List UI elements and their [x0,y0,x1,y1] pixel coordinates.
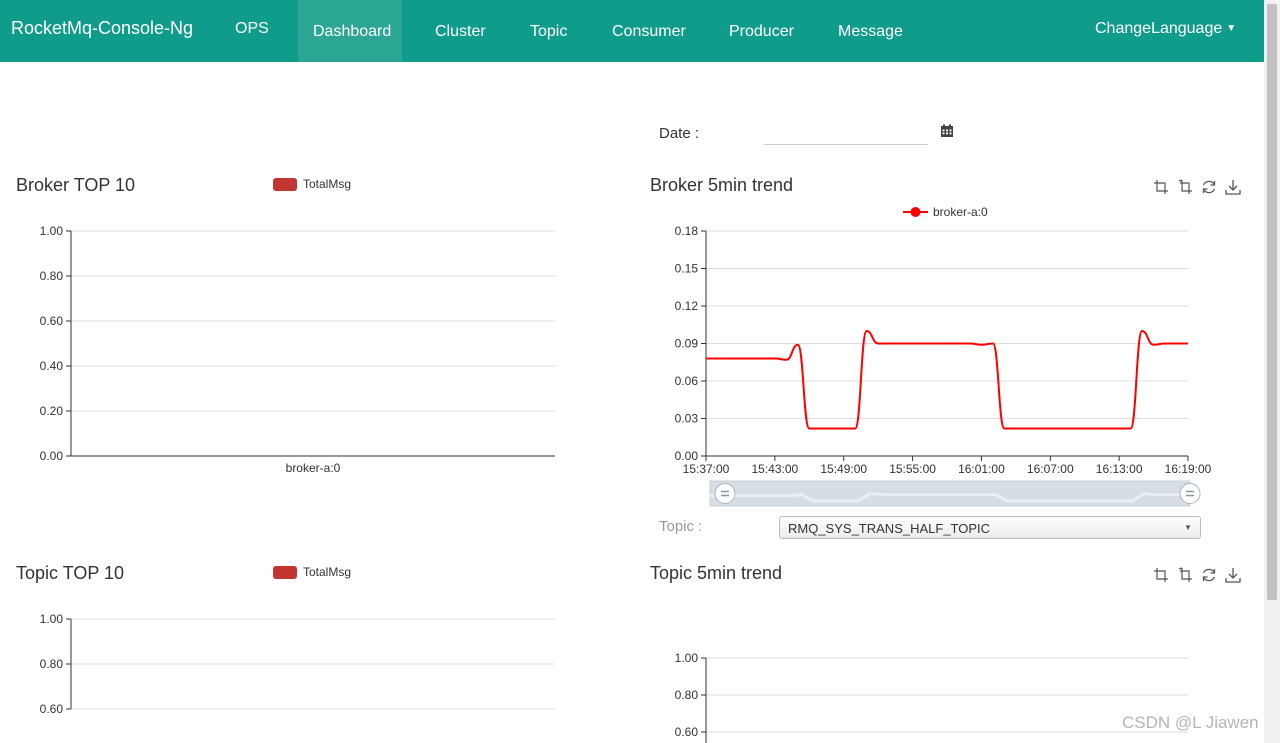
datazoom-handle-left [714,483,736,504]
y-tick-label: 0.06 [675,374,699,388]
legend-marker [910,207,921,217]
change-language-dropdown[interactable]: ChangeLanguage ▼ [1095,20,1236,38]
series-line-broker-a [706,329,1188,430]
legend-label: TotalMsg [303,177,352,191]
y-tick-label: 0.00 [40,449,64,463]
topic-filter-label: Topic : [659,518,703,535]
topic-select[interactable]: RMQ_SYS_TRANS_HALF_TOPIC ▼ [779,516,1201,539]
topic-trend-title: Topic 5min trend [650,563,783,583]
y-tick-label: 0.18 [675,224,699,238]
y-tick-label: 0.15 [675,262,699,276]
legend-swatch [273,565,297,579]
y-tick-label: 0.00 [675,449,699,463]
restore-icon[interactable] [1201,567,1217,583]
change-language-label: ChangeLanguage [1095,20,1223,37]
x-tick-label: 16:13:00 [1096,462,1143,476]
x-tick-label: 15:37:00 [683,462,730,476]
nav-producer[interactable]: Producer [714,0,809,62]
broker-top10-legend[interactable]: TotalMsg [273,177,351,191]
date-input[interactable] [764,120,928,145]
y-tick-label: 0.40 [40,359,64,373]
save-image-icon[interactable] [1225,179,1241,195]
x-tick-label: 15:49:00 [820,462,867,476]
y-tick-label: 0.09 [675,337,699,351]
topic-top10-chart: 1.00 0.80 0.60 [40,612,555,716]
broker-trend-chart: 0.18 0.15 0.12 0.09 0.06 0.03 0.0015:37:00 15:4… [675,205,1212,507]
zoom-reset-icon[interactable] [1177,567,1193,583]
y-tick-label: 0.20 [40,404,64,418]
broker-trend-title: Broker 5min trend [650,175,794,195]
calendar-icon[interactable] [940,124,954,138]
x-tick-label: 16:07:00 [1027,462,1074,476]
select-arrow-icon: ▼ [1184,523,1192,532]
y-tick-label: 0.60 [40,702,64,716]
x-tick-label: 15:55:00 [889,462,936,476]
broker-trend-toolbox [1153,179,1249,195]
legend-label: TotalMsg [303,565,352,579]
y-tick-label: 1.00 [40,612,64,626]
broker-top10-title: Broker TOP 10 [16,175,136,195]
nav-consumer[interactable]: Consumer [597,0,701,62]
brand-logo[interactable]: RocketMq-Console-Ng [11,18,193,39]
zoom-reset-icon[interactable] [1177,179,1193,195]
y-tick-label: 0.80 [675,688,699,702]
x-tick-label: 16:01:00 [958,462,1005,476]
caret-down-icon: ▼ [1226,23,1237,34]
y-tick-label: 0.60 [40,314,64,328]
legend-label: broker-a:0 [933,205,988,219]
x-category-label: broker-a:0 [286,461,341,475]
save-image-icon[interactable] [1225,567,1241,583]
topic-select-value: RMQ_SYS_TRANS_HALF_TOPIC [788,521,991,536]
topic-trend-toolbox [1153,567,1249,583]
datazoom-handle-right [1179,483,1201,504]
watermark: CSDN @L Jiawen [1122,713,1259,732]
zoom-icon[interactable] [1153,179,1169,195]
broker-top10-chart: 1.00 0.80 0.60 0.40 0.20 0.00 broker-a:0 [40,224,555,475]
y-tick-label: 1.00 [675,651,699,665]
y-tick-label: 0.60 [675,725,699,739]
nav-cluster[interactable]: Cluster [420,0,501,62]
y-tick-label: 0.12 [675,299,699,313]
y-tick-label: 0.03 [675,412,699,426]
x-tick-label: 16:19:00 [1165,462,1212,476]
x-tick-label: 15:43:00 [751,462,798,476]
nav-dashboard[interactable]: Dashboard [298,0,402,62]
legend-swatch [273,177,297,191]
nav-ops[interactable]: OPS [220,0,284,62]
date-label: Date : [659,125,700,142]
top-navbar: RocketMq-Console-Ng OPS Dashboard Cluste… [0,0,1264,62]
zoom-icon[interactable] [1153,567,1169,583]
nav-message[interactable]: Message [823,0,918,62]
scrollbar-thumb[interactable] [1267,4,1277,600]
topic-top10-title: Topic TOP 10 [16,563,125,583]
y-tick-label: 0.80 [40,269,64,283]
y-tick-label: 1.00 [40,224,64,238]
restore-icon[interactable] [1201,179,1217,195]
topic-top10-legend[interactable]: TotalMsg [273,565,351,579]
nav-topic[interactable]: Topic [515,0,582,62]
y-tick-label: 0.80 [40,657,64,671]
